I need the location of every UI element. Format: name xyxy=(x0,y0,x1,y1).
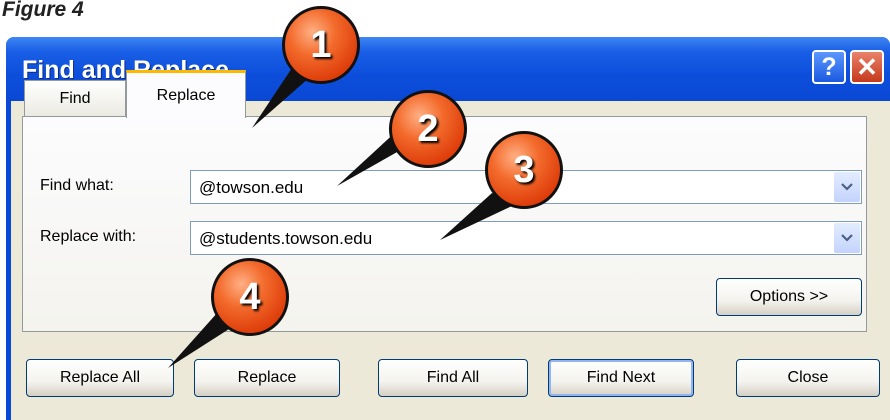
callout-3: 3 xyxy=(485,131,563,209)
callout-pointers xyxy=(168,62,514,368)
callout-4: 4 xyxy=(211,258,289,336)
callout-2: 2 xyxy=(389,90,467,168)
callout-1: 1 xyxy=(282,6,360,84)
